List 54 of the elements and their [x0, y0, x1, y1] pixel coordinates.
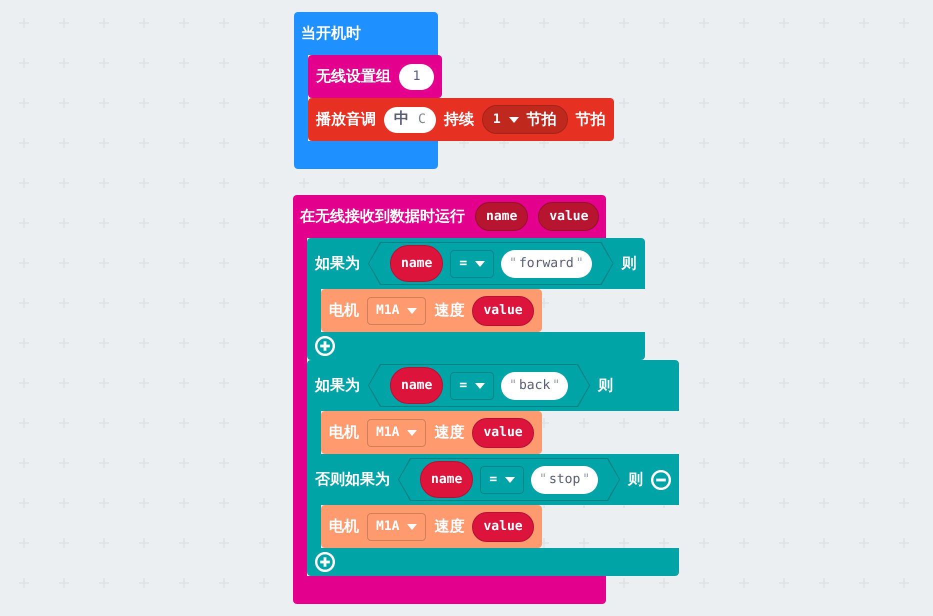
statement-block[interactable]: 电机 M1A 速度 value — [321, 505, 542, 548]
caret-icon — [407, 430, 418, 436]
if-block[interactable]: 如果为 name = "back" 则 电机 M1A 速度 value 否则如果为 name = "stop" 则 电机 M1A 速度 value — [307, 360, 680, 576]
block-label: 速度 — [434, 422, 464, 442]
block-label: 节拍 — [576, 110, 606, 130]
text-field[interactable]: "stop" — [531, 466, 598, 494]
block-label: 电机 — [329, 516, 359, 536]
statement-block[interactable]: 播放音调 中 C 持续 1 节拍 节拍 — [308, 98, 614, 141]
block-label: 无线设置组 — [316, 66, 391, 86]
block-label: 速度 — [434, 300, 464, 320]
block-label: 持续 — [444, 110, 474, 130]
text-field[interactable]: "back" — [501, 372, 568, 400]
plus-icon[interactable] — [315, 552, 335, 572]
variable-block[interactable]: value — [472, 296, 534, 326]
dropdown-field[interactable]: 1 节拍 — [482, 105, 568, 134]
minus-icon[interactable] — [651, 470, 672, 490]
variable-block[interactable]: name — [475, 202, 528, 231]
block-label: 则 — [622, 254, 637, 274]
variable-block[interactable]: name — [390, 245, 444, 282]
event-block[interactable]: 在无线接收到数据时运行 name value 如果为 name = "forward" 则 电机 M1A 速度 value 如果为 name = "back" 则 电机 M1A 速度 value 否则如果为 name = "stop" 则 电机 M1A 速度 value — [293, 195, 680, 604]
block-label: 播放音调 — [316, 110, 376, 130]
block-label: 如果为 — [315, 376, 360, 396]
variable-block[interactable]: name — [420, 461, 474, 498]
caret-icon — [475, 382, 486, 388]
caret-icon — [407, 308, 418, 314]
if-block[interactable]: 如果为 name = "forward" 则 电机 M1A 速度 value — [307, 238, 645, 360]
caret-icon — [407, 524, 418, 530]
note-field[interactable]: 中 C — [384, 106, 436, 132]
statement-block[interactable]: 电机 M1A 速度 value — [321, 289, 542, 332]
statement-block[interactable]: 电机 M1A 速度 value — [321, 411, 542, 454]
block-label: 速度 — [434, 516, 464, 536]
block-label: 当开机时 — [301, 24, 361, 44]
block-label: 则 — [598, 376, 614, 396]
variable-block[interactable]: value — [472, 512, 534, 542]
comparison-block[interactable]: name = "back" — [368, 364, 590, 407]
variable-block[interactable]: name — [390, 367, 444, 404]
comparison-block[interactable]: name = "stop" — [398, 458, 620, 501]
variable-block[interactable]: value — [538, 202, 600, 231]
block-label: 如果为 — [315, 254, 360, 274]
variable-block[interactable]: value — [472, 418, 534, 448]
block-label: 在无线接收到数据时运行 — [300, 206, 465, 226]
block-label: 电机 — [329, 422, 359, 442]
caret-icon — [475, 260, 486, 266]
block-label: 电机 — [329, 300, 359, 320]
number-field[interactable]: 1 — [399, 64, 434, 90]
plus-icon[interactable] — [315, 336, 335, 356]
block-label: 否则如果为 — [315, 470, 390, 490]
caret-icon — [505, 476, 516, 482]
block-label: 则 — [628, 470, 644, 490]
statement-block[interactable]: 无线设置组 1 — [308, 55, 442, 98]
text-field[interactable]: "forward" — [501, 250, 592, 278]
caret-icon — [508, 116, 519, 122]
comparison-block[interactable]: name = "forward" — [368, 242, 614, 285]
event-block[interactable]: 当开机时 无线设置组 1 播放音调 中 C 持续 1 节拍 节拍 — [294, 12, 614, 169]
